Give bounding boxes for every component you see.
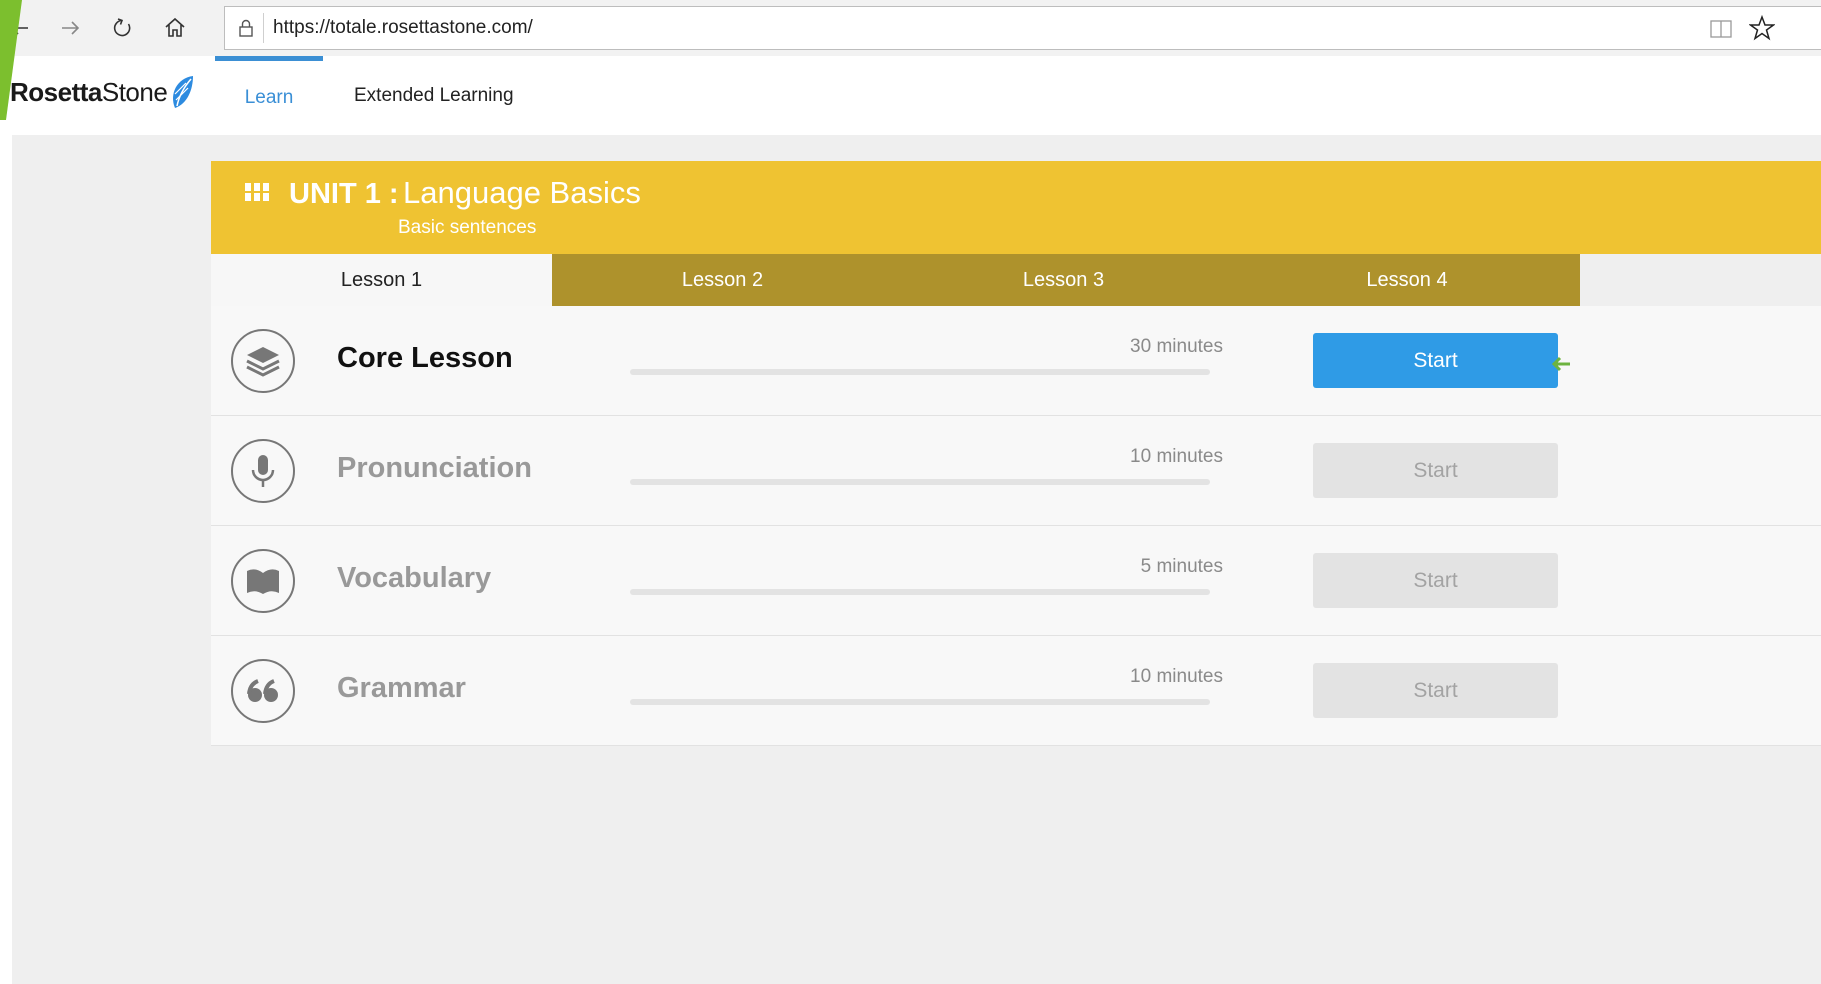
activity-duration: 10 minutes (1130, 446, 1223, 467)
book-icon (231, 549, 295, 613)
layers-icon (231, 329, 295, 393)
start-button-grammar[interactable]: Start (1313, 663, 1558, 718)
lock-icon (239, 19, 253, 37)
url-text[interactable]: https://totale.rosettastone.com/ (273, 17, 533, 39)
address-separator (263, 13, 264, 43)
tab-lesson-4[interactable]: Lesson 4 (1234, 254, 1580, 306)
tab-lesson-1[interactable]: Lesson 1 (211, 254, 552, 306)
green-arrow-pointer (1552, 356, 1570, 372)
start-button-vocabulary[interactable]: Start (1313, 553, 1558, 608)
browser-toolbar: https://totale.rosettastone.com/ (0, 0, 1821, 57)
tab-lesson-3[interactable]: Lesson 3 (893, 254, 1234, 306)
reading-view-icon[interactable] (1709, 17, 1733, 41)
activity-row-grammar: Grammar 10 minutes Start (211, 636, 1821, 746)
refresh-button[interactable] (102, 10, 142, 46)
unit-name: Language Basics (403, 175, 641, 210)
progress-bar (630, 479, 1210, 485)
leaf-logo-icon (173, 76, 194, 108)
unit-subtitle: Basic sentences (398, 217, 537, 238)
star-icon[interactable] (1749, 15, 1775, 41)
quote-icon (231, 659, 295, 723)
activity-title: Vocabulary (337, 562, 492, 594)
unit-number: UNIT 1 : (289, 178, 399, 210)
logo-text: RosettaStone (10, 76, 168, 107)
progress-bar (630, 589, 1210, 595)
activity-list: Core Lesson 30 minutes Start Pronunciati… (211, 306, 1821, 746)
main-content: UNIT 1 : Language Basics Basic sentences… (12, 135, 1821, 984)
address-bar[interactable]: https://totale.rosettastone.com/ (224, 6, 1821, 50)
home-icon (165, 17, 185, 37)
app-header: RosettaStone Learn Extended Learning (0, 56, 1821, 135)
progress-bar (630, 369, 1210, 375)
arrow-right-icon (62, 21, 80, 35)
activity-duration: 5 minutes (1140, 556, 1223, 577)
activity-title: Core Lesson (337, 342, 513, 374)
grid-menu-icon[interactable] (245, 182, 269, 202)
tab-learn[interactable]: Learn (215, 56, 323, 135)
activity-duration: 10 minutes (1130, 666, 1223, 687)
activity-row-core-lesson: Core Lesson 30 minutes Start (211, 306, 1821, 416)
forward-button[interactable] (50, 10, 90, 46)
rosetta-stone-logo[interactable]: RosettaStone (10, 72, 195, 112)
activity-duration: 30 minutes (1130, 336, 1223, 357)
activity-title: Grammar (337, 672, 466, 704)
tab-lesson-2[interactable]: Lesson 2 (552, 254, 893, 306)
unit-title: UNIT 1 : Language Basics (289, 175, 641, 211)
unit-header: UNIT 1 : Language Basics Basic sentences (211, 161, 1821, 254)
refresh-icon (113, 18, 131, 37)
green-decoration (0, 0, 22, 120)
microphone-icon (231, 439, 295, 503)
activity-row-vocabulary: Vocabulary 5 minutes Start (211, 526, 1821, 636)
tab-extended-learning[interactable]: Extended Learning (354, 56, 514, 135)
start-button-pronunciation[interactable]: Start (1313, 443, 1558, 498)
progress-bar (630, 699, 1210, 705)
home-button[interactable] (155, 10, 195, 46)
start-button-core-lesson[interactable]: Start (1313, 333, 1558, 388)
activity-row-pronunciation: Pronunciation 10 minutes Start (211, 416, 1821, 526)
lesson-tabs: Lesson 1 Lesson 2 Lesson 3 Lesson 4 (211, 254, 1821, 306)
activity-title: Pronunciation (337, 452, 532, 484)
